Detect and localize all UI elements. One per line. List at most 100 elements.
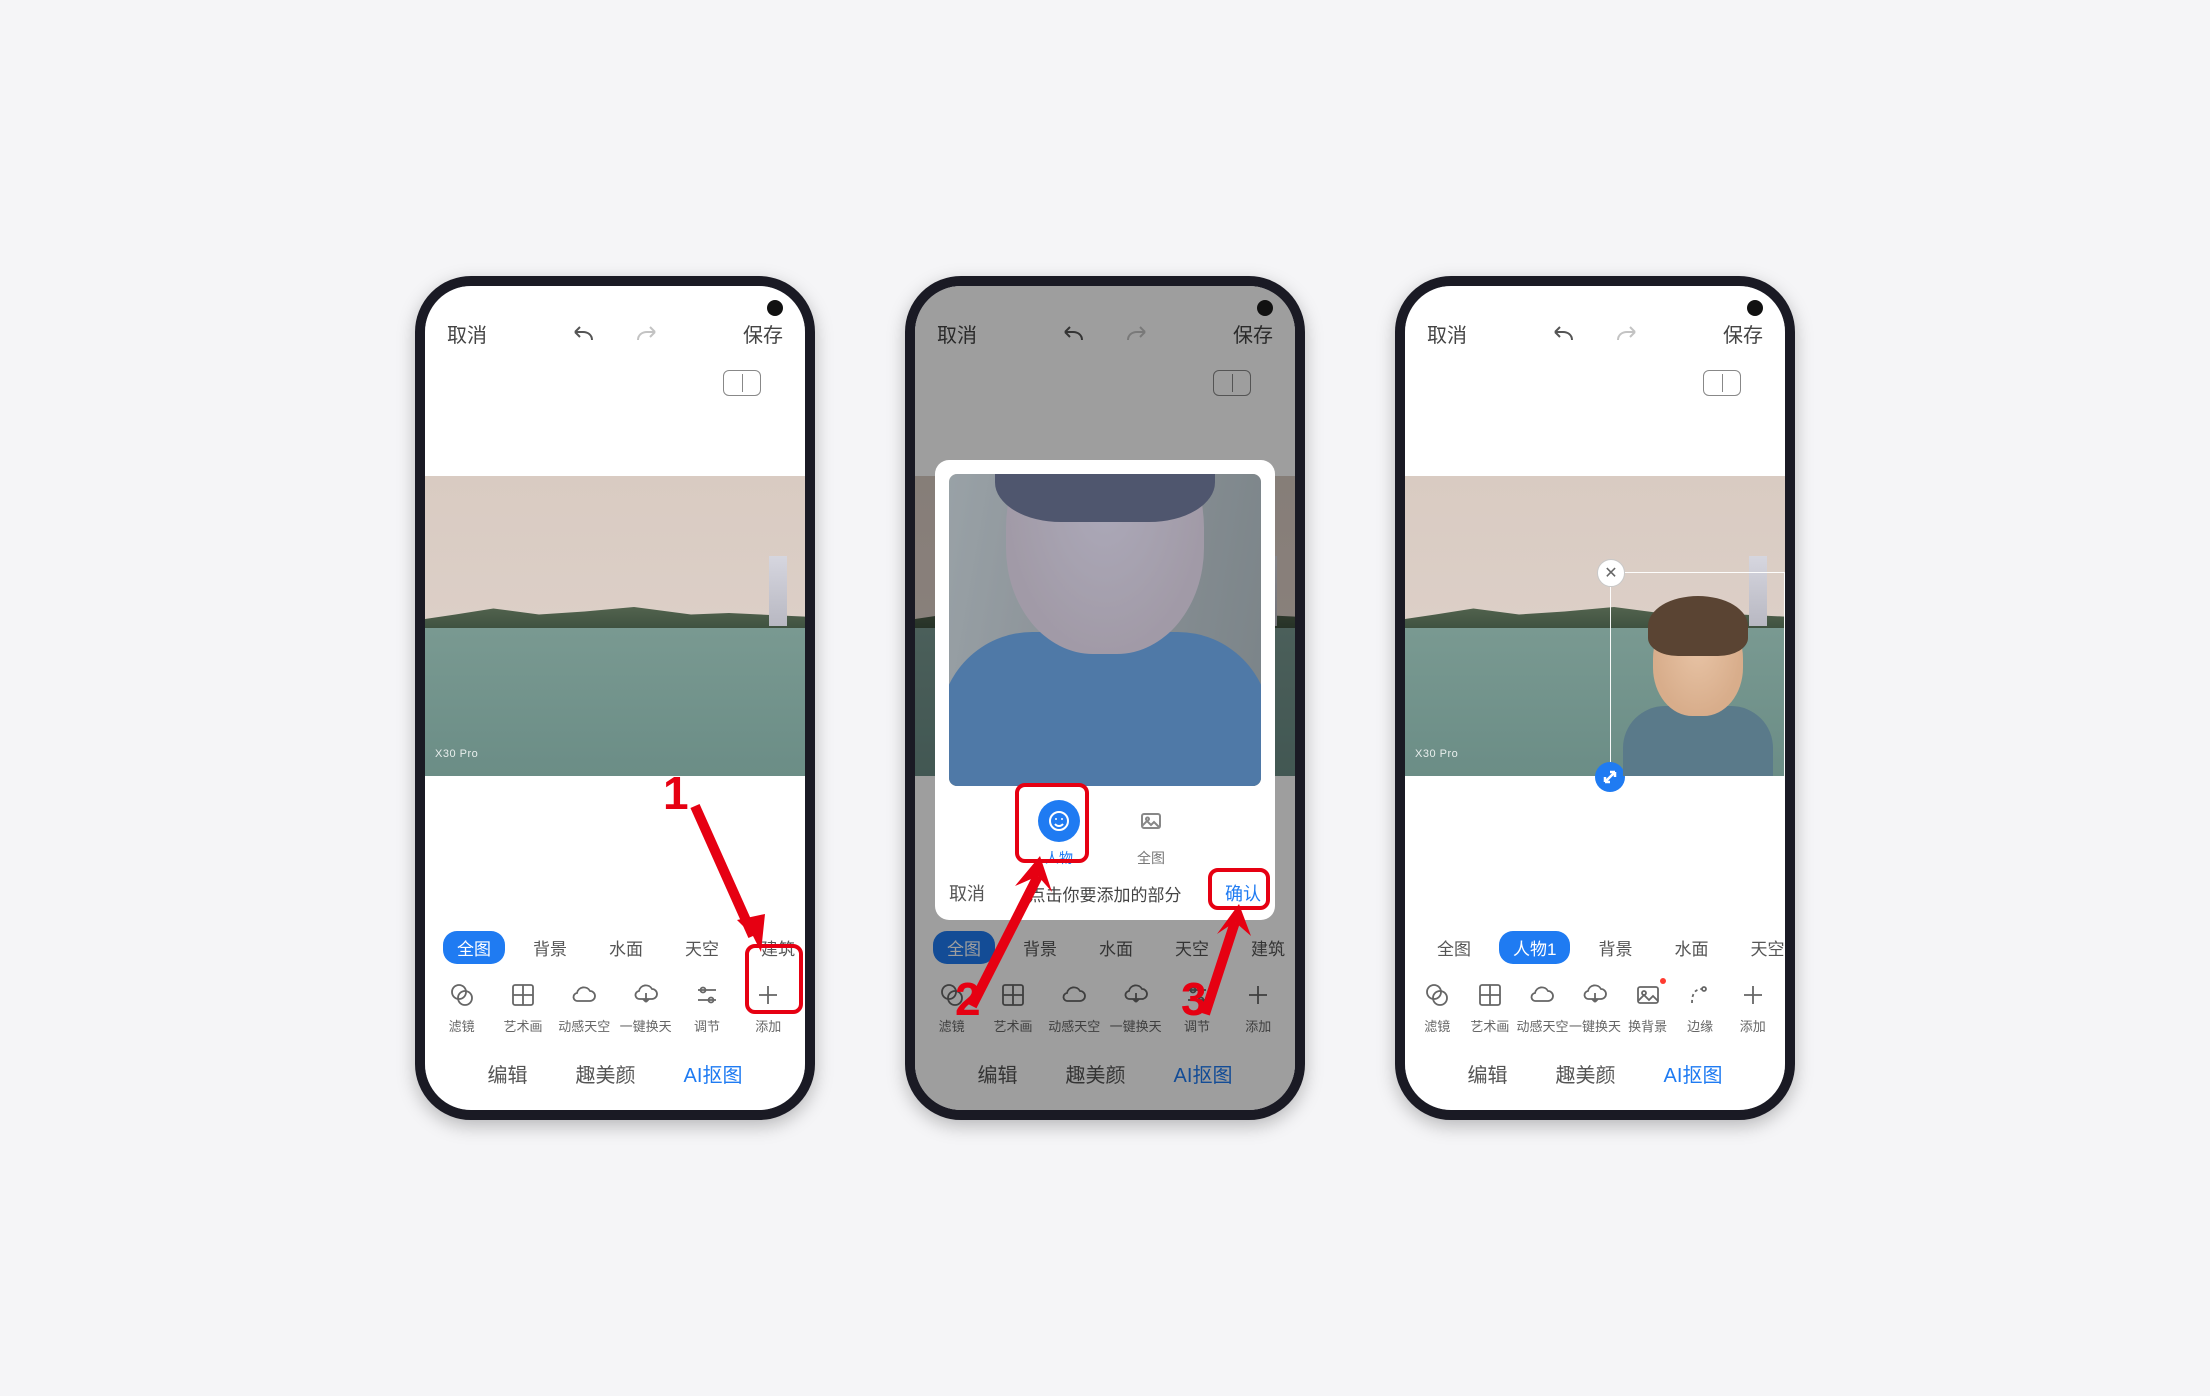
undo-icon[interactable]: [1548, 326, 1578, 348]
tool-label: 一键换天: [620, 1016, 672, 1035]
chip-background[interactable]: 背景: [1584, 931, 1646, 964]
cancel-button[interactable]: 取消: [1427, 319, 1467, 348]
popup-preview-image[interactable]: [949, 474, 1261, 786]
tool-label: 添加: [755, 1016, 781, 1035]
popup-confirm-button[interactable]: 确认: [1225, 880, 1261, 906]
plus-icon: [1738, 980, 1768, 1010]
selection-highlight: [949, 474, 1261, 786]
sliders-icon: [692, 980, 722, 1010]
redo-icon[interactable]: [1612, 326, 1642, 348]
tab-ai-cutout[interactable]: AI抠图: [684, 1059, 743, 1088]
save-button[interactable]: 保存: [1723, 319, 1763, 348]
cloud-icon: [569, 980, 599, 1010]
camera-punch-hole: [1257, 300, 1273, 316]
tab-beauty[interactable]: 趣美颜: [1556, 1059, 1616, 1088]
overlap-circles-icon: [1422, 980, 1452, 1010]
compare-toggle-icon[interactable]: [1703, 370, 1741, 396]
top-toolbar: 取消 保存: [425, 286, 805, 358]
tool-add[interactable]: 添加: [1726, 980, 1779, 1035]
tool-swap-background[interactable]: 换背景: [1621, 980, 1674, 1035]
tool-label: 动感天空: [1516, 1016, 1568, 1035]
tab-ai-cutout[interactable]: AI抠图: [1664, 1059, 1723, 1088]
chip-water[interactable]: 水面: [595, 931, 657, 964]
tool-label: 艺术画: [503, 1016, 542, 1035]
cloud-download-icon: [1580, 980, 1610, 1010]
chip-person1[interactable]: 人物1: [1499, 931, 1570, 964]
segment-chips: 全图 人物1 背景 水面 天空: [1405, 919, 1785, 976]
undo-icon[interactable]: [568, 326, 598, 348]
camera-punch-hole: [1747, 300, 1763, 316]
popup-options: 人物 全图: [949, 800, 1261, 868]
tool-filter[interactable]: 滤镜: [1411, 980, 1464, 1035]
photo-canvas[interactable]: X30 Pro: [425, 396, 805, 919]
tool-dynamic-sky[interactable]: 动感天空: [1516, 980, 1569, 1035]
close-icon[interactable]: ✕: [1597, 559, 1625, 587]
person-cutout-box[interactable]: ✕: [1610, 572, 1785, 777]
save-button[interactable]: 保存: [743, 319, 783, 348]
cloud-download-icon: [631, 980, 661, 1010]
plus-icon: [753, 980, 783, 1010]
frame-icon: [1475, 980, 1505, 1010]
tool-edge[interactable]: 边缘: [1674, 980, 1727, 1035]
phone-3: 取消 保存 X30 Pro ✕: [1395, 276, 1795, 1120]
tool-adjust[interactable]: 调节: [680, 980, 734, 1035]
tool-label: 滤镜: [449, 1016, 475, 1035]
tool-art[interactable]: 艺术画: [1464, 980, 1517, 1035]
tool-swap-sky[interactable]: 一键换天: [1569, 980, 1622, 1035]
tool-dynamic-sky[interactable]: 动感天空: [557, 980, 611, 1035]
chip-sky[interactable]: 天空: [1736, 931, 1785, 964]
tool-label: 动感天空: [558, 1016, 610, 1035]
overlap-circles-icon: [447, 980, 477, 1010]
option-label: 全图: [1137, 848, 1165, 868]
segment-chips: 全图 背景 水面 天空 建筑: [425, 919, 805, 976]
edge-icon: [1685, 980, 1715, 1010]
tool-add[interactable]: 添加: [741, 980, 795, 1035]
phones-row: 取消 保存 X30 Pro 全图: [415, 276, 1795, 1120]
smiley-icon: [1038, 800, 1080, 842]
bottom-tabs: 编辑 趣美颜 AI抠图: [1405, 1041, 1785, 1110]
phone-1: 取消 保存 X30 Pro 全图: [415, 276, 815, 1120]
tab-beauty[interactable]: 趣美颜: [576, 1059, 636, 1088]
image-swap-icon: [1633, 980, 1663, 1010]
tool-label: 一键换天: [1569, 1016, 1621, 1035]
cloud-icon: [1527, 980, 1557, 1010]
option-person[interactable]: 人物: [1038, 800, 1080, 868]
tool-row: 滤镜 艺术画 动感天空 一键换天 换背景 边缘 添加: [1405, 976, 1785, 1041]
redo-icon[interactable]: [632, 326, 662, 348]
tool-art[interactable]: 艺术画: [496, 980, 550, 1035]
tool-swap-sky[interactable]: 一键换天: [619, 980, 673, 1035]
bottom-tabs: 编辑 趣美颜 AI抠图: [425, 1041, 805, 1110]
tool-row: 滤镜 艺术画 动感天空 一键换天 调节: [425, 976, 805, 1041]
image-icon: [1130, 800, 1172, 842]
top-toolbar: 取消 保存: [1405, 286, 1785, 358]
scale-handle-icon[interactable]: [1595, 762, 1625, 792]
add-segment-popup: 人物 全图 取消 点击你要添加的部分 确认: [935, 460, 1275, 920]
photo-canvas[interactable]: X30 Pro ✕: [1405, 396, 1785, 919]
chip-full[interactable]: 全图: [443, 931, 505, 964]
chip-sky[interactable]: 天空: [671, 931, 733, 964]
popup-cancel-button[interactable]: 取消: [949, 880, 985, 906]
frame-icon: [508, 980, 538, 1010]
option-full-image[interactable]: 全图: [1130, 800, 1172, 868]
phone-2: 取消 保存 全图 背景 水面 天空 建筑 滤镜 艺术画 动感天: [905, 276, 1305, 1120]
tab-edit[interactable]: 编辑: [1468, 1059, 1508, 1088]
tool-label: 滤镜: [1424, 1016, 1450, 1035]
chip-building[interactable]: 建筑: [747, 931, 805, 964]
chip-background[interactable]: 背景: [519, 931, 581, 964]
tool-label: 换背景: [1628, 1016, 1667, 1035]
watermark-text: X30 Pro: [1415, 748, 1458, 760]
watermark-text: X30 Pro: [435, 748, 478, 760]
camera-punch-hole: [767, 300, 783, 316]
landscape-image: [425, 476, 805, 776]
chip-full[interactable]: 全图: [1423, 931, 1485, 964]
option-label: 人物: [1045, 848, 1073, 868]
tool-filter[interactable]: 滤镜: [435, 980, 489, 1035]
chip-water[interactable]: 水面: [1660, 931, 1722, 964]
tool-label: 边缘: [1687, 1016, 1713, 1035]
compare-toggle-icon[interactable]: [723, 370, 761, 396]
tool-label: 艺术画: [1470, 1016, 1509, 1035]
tool-label: 调节: [694, 1016, 720, 1035]
tab-edit[interactable]: 编辑: [488, 1059, 528, 1088]
cancel-button[interactable]: 取消: [447, 319, 487, 348]
popup-hint-text: 点击你要添加的部分: [985, 881, 1225, 906]
